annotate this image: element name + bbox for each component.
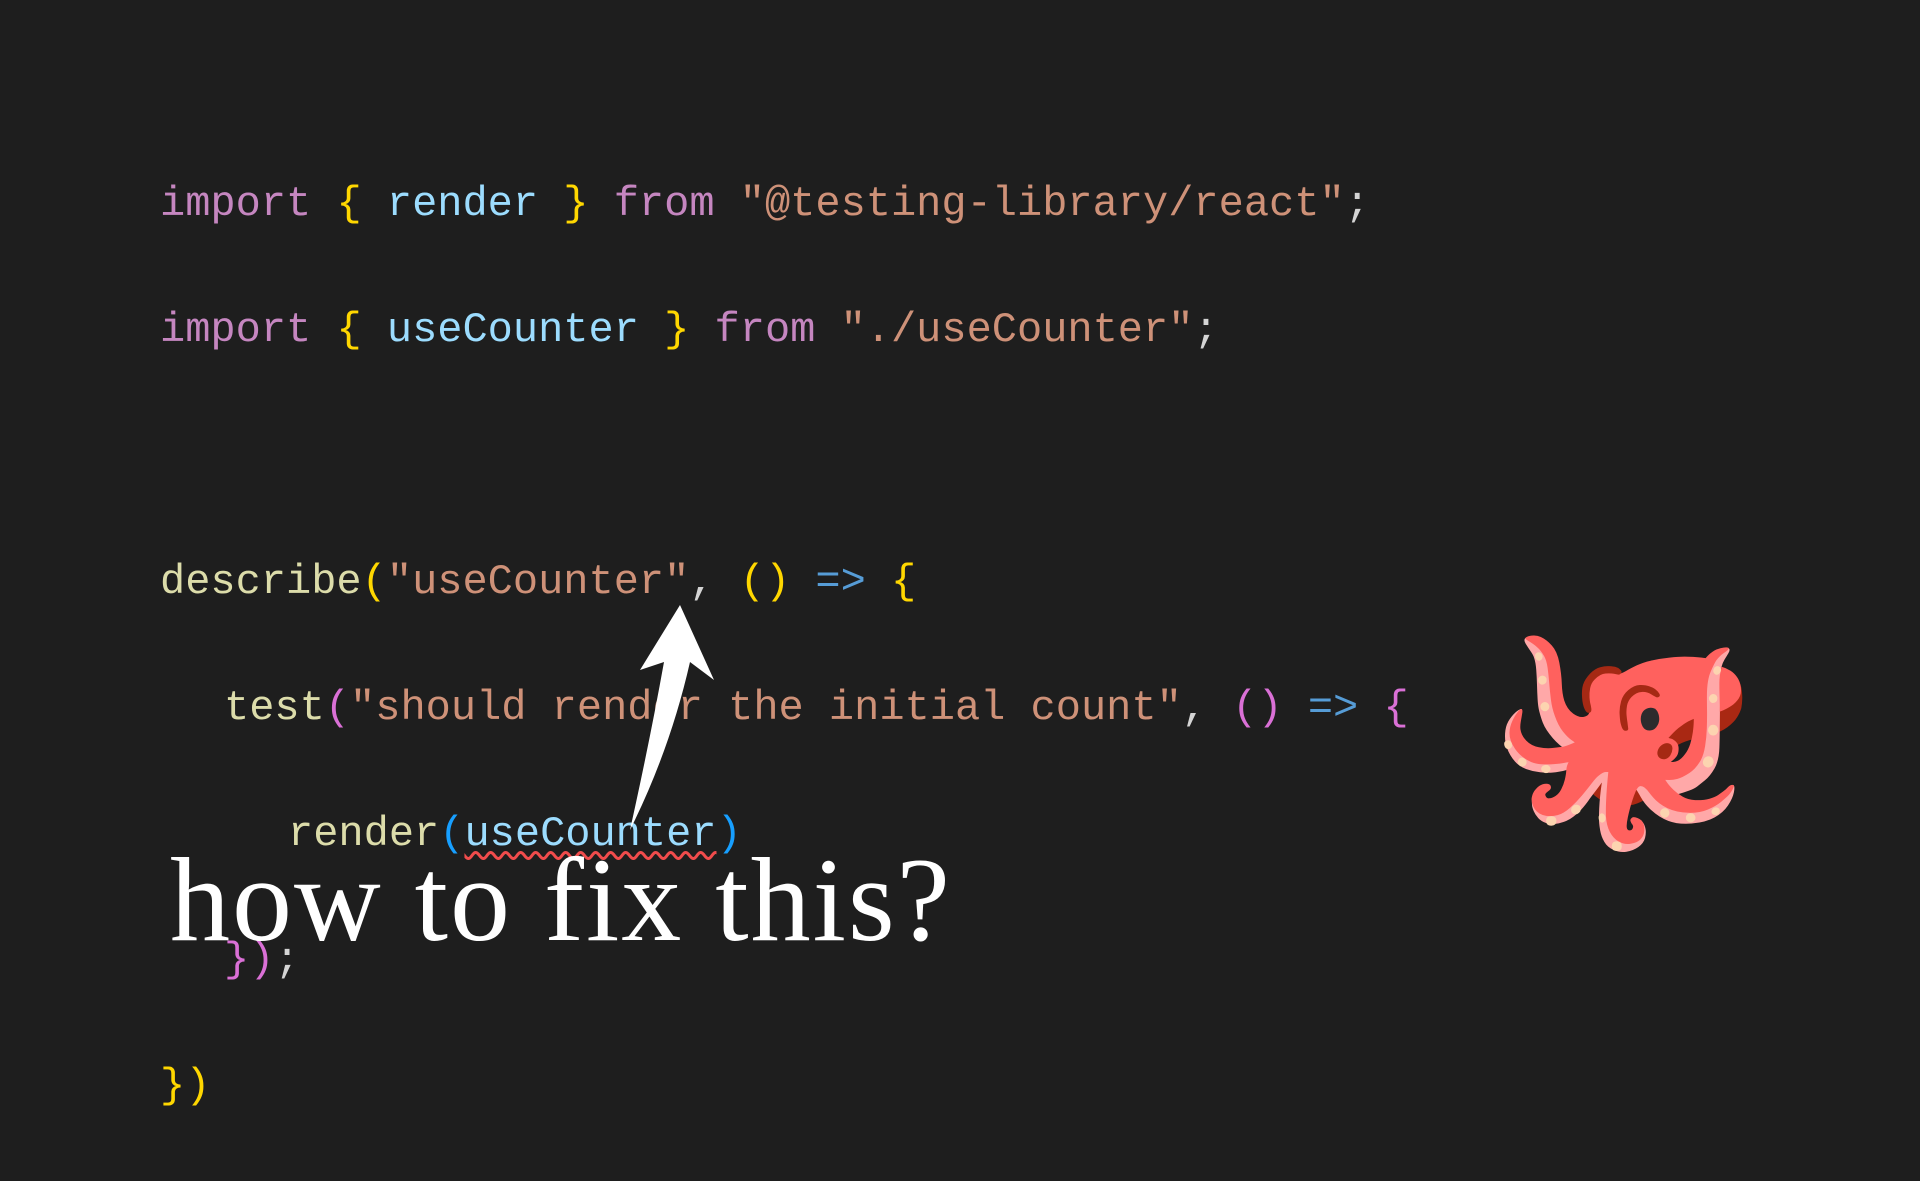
annotation-text: how to fix this? (170, 810, 952, 990)
code-line-blank (160, 425, 1760, 488)
code-line-4: describe("useCounter", () => { (160, 551, 1760, 614)
code-line-2: import { useCounter } from "./useCounter… (160, 299, 1760, 362)
code-line-1: import { render } from "@testing-library… (160, 173, 1760, 236)
octopus-icon: 🐙 (1486, 640, 1760, 860)
arrow-icon (610, 600, 730, 840)
code-line-8: }) (160, 1055, 1760, 1118)
